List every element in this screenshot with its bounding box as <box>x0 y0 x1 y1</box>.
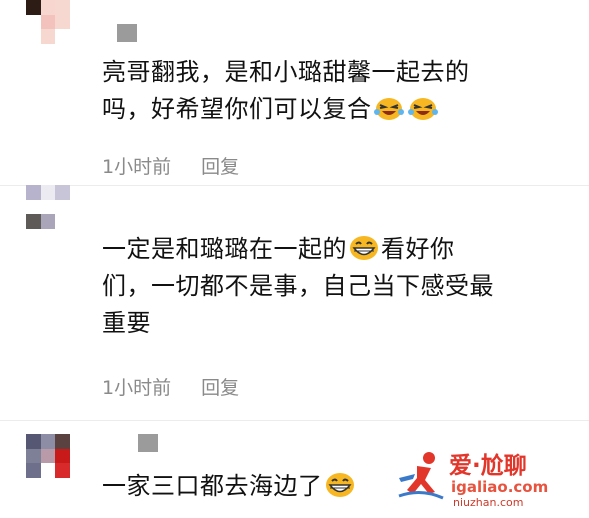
comment-text: 一定是和璐璐在一起的 看好你 们，一切都不是事，自己当下感受最 重要 <box>102 235 494 337</box>
comment-item: 亮哥翻我，是和小璐甜馨一起去的 吗，好希望你们可以复合 1小时前 回复 <box>0 0 589 185</box>
comment-text: 亮哥翻我，是和小璐甜馨一起去的 吗，好希望你们可以复合 <box>102 58 470 123</box>
grinning-emoji-icon <box>325 473 354 497</box>
avatar[interactable] <box>26 434 70 478</box>
comment-item: 一定是和璐璐在一起的 看好你 们，一切都不是事，自己当下感受最 重要 1小时前 回… <box>0 185 589 420</box>
watermark-title: 爱·尬聊 <box>449 453 527 479</box>
timestamp: 1小时前 <box>102 156 172 178</box>
username-placeholder[interactable] <box>138 434 158 452</box>
laughing-emoji-icon <box>407 98 438 120</box>
grinning-emoji-icon <box>350 236 378 260</box>
laughing-emoji-icon <box>373 98 404 120</box>
reply-button[interactable]: 回复 <box>201 156 239 178</box>
site-watermark: 爱·尬聊 igaliao.com niuzhan.com <box>395 444 575 509</box>
comment-meta: 1小时前 回复 <box>102 152 239 179</box>
watermark-url-secondary: niuzhan.com <box>453 496 524 509</box>
runner-logo-icon <box>398 452 444 500</box>
avatar[interactable] <box>26 185 70 229</box>
comment-meta: 1小时前 回复 <box>102 373 239 400</box>
watermark-url: igaliao.com <box>451 478 549 496</box>
timestamp: 1小时前 <box>102 377 172 399</box>
username-placeholder[interactable] <box>117 24 137 42</box>
reply-button[interactable]: 回复 <box>201 377 239 399</box>
avatar[interactable] <box>26 0 70 44</box>
